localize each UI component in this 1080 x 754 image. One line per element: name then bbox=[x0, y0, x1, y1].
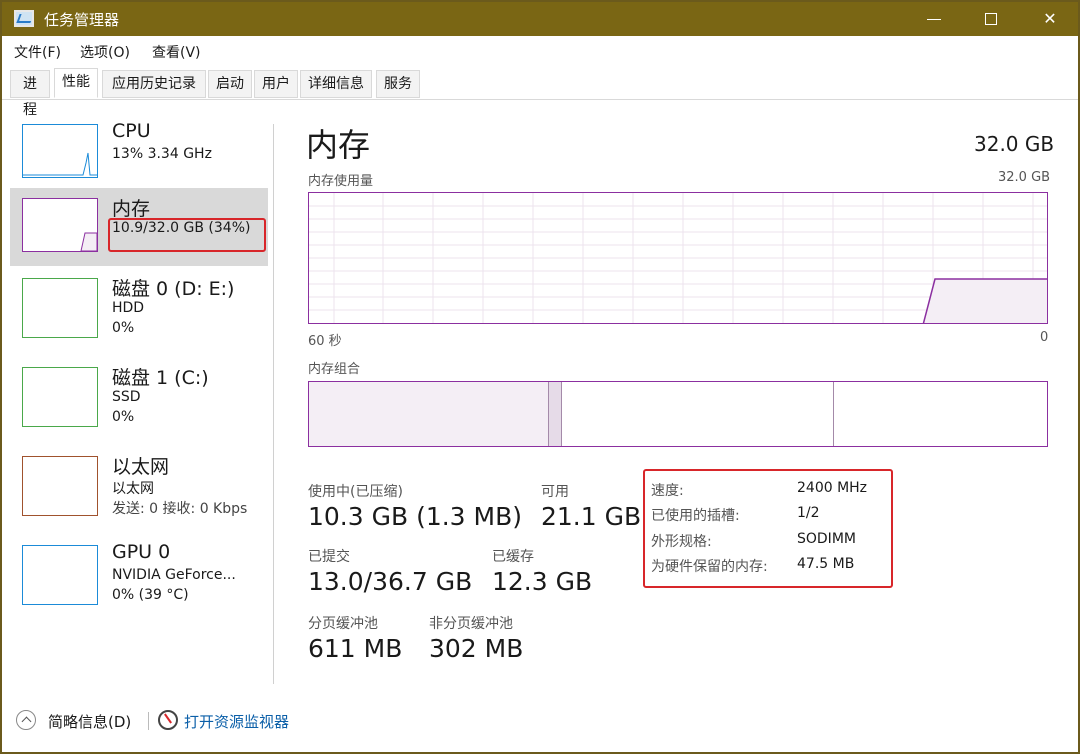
tab-services[interactable]: 服务 bbox=[376, 70, 420, 98]
minimize-button[interactable] bbox=[904, 2, 964, 36]
graph-time-right: 0 bbox=[1040, 330, 1049, 345]
disk0-thumbnail-graph bbox=[22, 278, 98, 338]
page-title: 内存 bbox=[306, 126, 371, 164]
nonpaged-pool-value: 302 MB bbox=[429, 634, 524, 663]
available-value: 21.1 GB bbox=[541, 502, 642, 531]
tab-users[interactable]: 用户 bbox=[254, 70, 298, 98]
task-manager-window: 任务管理器 ✕ 文件(F) 选项(O) 查看(V) 进程 性能 应用历史记录 启… bbox=[0, 0, 1080, 754]
sidebar-item-detail: HDD bbox=[112, 300, 145, 316]
ethernet-thumbnail-graph bbox=[22, 456, 98, 516]
committed-label: 已提交 bbox=[308, 549, 350, 565]
tab-startup[interactable]: 启动 bbox=[208, 70, 252, 98]
cpu-sparkline bbox=[23, 152, 97, 176]
sidebar-item-label: GPU 0 bbox=[112, 541, 171, 563]
detail-value: 2400 MHz bbox=[797, 480, 868, 496]
close-icon: ✕ bbox=[1043, 9, 1057, 28]
highlight-box-memory-usage bbox=[108, 218, 266, 252]
available-label: 可用 bbox=[541, 484, 569, 500]
memory-usage-label: 内存使用量 bbox=[308, 174, 374, 189]
nonpaged-pool-label: 非分页缓冲池 bbox=[429, 616, 513, 632]
sidebar-item-detail: SSD bbox=[112, 389, 141, 405]
memory-sparkline bbox=[80, 232, 98, 252]
detail-key: 为硬件保留的内存: bbox=[651, 559, 768, 575]
sidebar-item-disk-1[interactable]: 磁盘 1 (C:) SSD 0% bbox=[10, 357, 268, 435]
gpu-thumbnail-graph bbox=[22, 545, 98, 605]
sidebar-item-cpu[interactable]: CPU 13% 3.34 GHz bbox=[10, 114, 268, 192]
maximize-icon bbox=[985, 13, 997, 25]
sidebar-item-detail: 0% bbox=[112, 409, 135, 425]
sidebar-item-detail: NVIDIA GeForce... bbox=[112, 567, 236, 583]
sidebar-item-detail: 13% 3.34 GHz bbox=[112, 146, 212, 162]
window-title: 任务管理器 bbox=[44, 11, 120, 29]
tab-app-history[interactable]: 应用历史记录 bbox=[102, 70, 206, 98]
cached-value: 12.3 GB bbox=[492, 567, 593, 596]
menu-file[interactable]: 文件(F) bbox=[14, 42, 61, 62]
sidebar-item-detail: 0% (39 °C) bbox=[112, 587, 189, 603]
memory-usage-graph bbox=[308, 192, 1048, 324]
memory-composition-label: 内存组合 bbox=[308, 362, 361, 377]
sidebar-item-label: 内存 bbox=[112, 198, 151, 220]
memory-composition-bar bbox=[308, 381, 1048, 447]
sidebar-divider bbox=[273, 124, 274, 684]
sidebar-item-ethernet[interactable]: 以太网 以太网 发送: 0 接收: 0 Kbps bbox=[10, 446, 268, 524]
fewer-details-button[interactable]: 简略信息(D) bbox=[48, 711, 131, 732]
detail-value: 47.5 MB bbox=[797, 556, 855, 572]
in-use-label: 使用中(已压缩) bbox=[308, 484, 403, 500]
committed-value: 13.0/36.7 GB bbox=[308, 567, 473, 596]
paged-pool-label: 分页缓冲池 bbox=[308, 616, 378, 632]
tab-performance[interactable]: 性能 bbox=[54, 68, 98, 98]
sidebar-item-label: 磁盘 1 (C:) bbox=[112, 367, 209, 389]
sidebar-item-disk-0[interactable]: 磁盘 0 (D: E:) HDD 0% bbox=[10, 268, 268, 346]
minimize-icon bbox=[927, 19, 941, 20]
memory-thumbnail-graph bbox=[22, 198, 98, 252]
menu-options[interactable]: 选项(O) bbox=[80, 42, 130, 62]
close-button[interactable]: ✕ bbox=[1020, 2, 1080, 36]
sidebar-item-label: 磁盘 0 (D: E:) bbox=[112, 278, 235, 300]
composition-modified bbox=[549, 382, 562, 446]
detail-value: 1/2 bbox=[797, 505, 820, 521]
tab-bar: 进程 性能 应用历史记录 启动 用户 详细信息 服务 bbox=[2, 68, 1078, 118]
resource-monitor-icon[interactable] bbox=[158, 710, 178, 730]
cpu-thumbnail-graph bbox=[22, 124, 98, 178]
memory-usage-chart bbox=[309, 193, 1047, 323]
footer: 简略信息(D) 打开资源监视器 bbox=[2, 702, 1078, 738]
detail-key: 已使用的插槽: bbox=[651, 508, 740, 524]
sidebar-item-detail: 发送: 0 接收: 0 Kbps bbox=[112, 501, 248, 517]
detail-key: 外形规格: bbox=[651, 534, 712, 550]
open-resource-monitor-link[interactable]: 打开资源监视器 bbox=[184, 711, 289, 732]
tab-processes[interactable]: 进程 bbox=[10, 70, 50, 118]
composition-standby-divider bbox=[833, 382, 834, 446]
sidebar-item-label: CPU bbox=[112, 120, 151, 142]
cached-label: 已缓存 bbox=[492, 549, 534, 565]
task-manager-icon bbox=[14, 10, 34, 27]
sidebar-item-detail: 以太网 bbox=[112, 481, 154, 497]
footer-separator bbox=[148, 712, 149, 730]
memory-total: 32.0 GB bbox=[974, 132, 1055, 156]
title-bar: 任务管理器 ✕ bbox=[2, 2, 1078, 36]
detail-value: SODIMM bbox=[797, 531, 856, 547]
sidebar-item-detail: 0% bbox=[112, 320, 135, 336]
tab-details[interactable]: 详细信息 bbox=[300, 70, 372, 98]
sidebar-item-gpu-0[interactable]: GPU 0 NVIDIA GeForce... 0% (39 °C) bbox=[10, 535, 268, 613]
memory-usage-max: 32.0 GB bbox=[998, 170, 1051, 185]
chevron-up-icon[interactable] bbox=[16, 710, 36, 730]
in-use-value: 10.3 GB (1.3 MB) bbox=[308, 502, 523, 531]
menu-bar: 文件(F) 选项(O) 查看(V) bbox=[2, 38, 1078, 64]
memory-details: 速度: 2400 MHz 已使用的插槽: 1/2 外形规格: SODIMM 为硬… bbox=[651, 480, 891, 580]
menu-view[interactable]: 查看(V) bbox=[152, 42, 201, 62]
detail-key: 速度: bbox=[651, 483, 684, 499]
sidebar-item-label: 以太网 bbox=[112, 456, 170, 478]
maximize-button[interactable] bbox=[962, 2, 1022, 36]
composition-in-use bbox=[309, 382, 549, 446]
disk1-thumbnail-graph bbox=[22, 367, 98, 427]
graph-time-left: 60 秒 bbox=[308, 334, 342, 349]
paged-pool-value: 611 MB bbox=[308, 634, 403, 663]
